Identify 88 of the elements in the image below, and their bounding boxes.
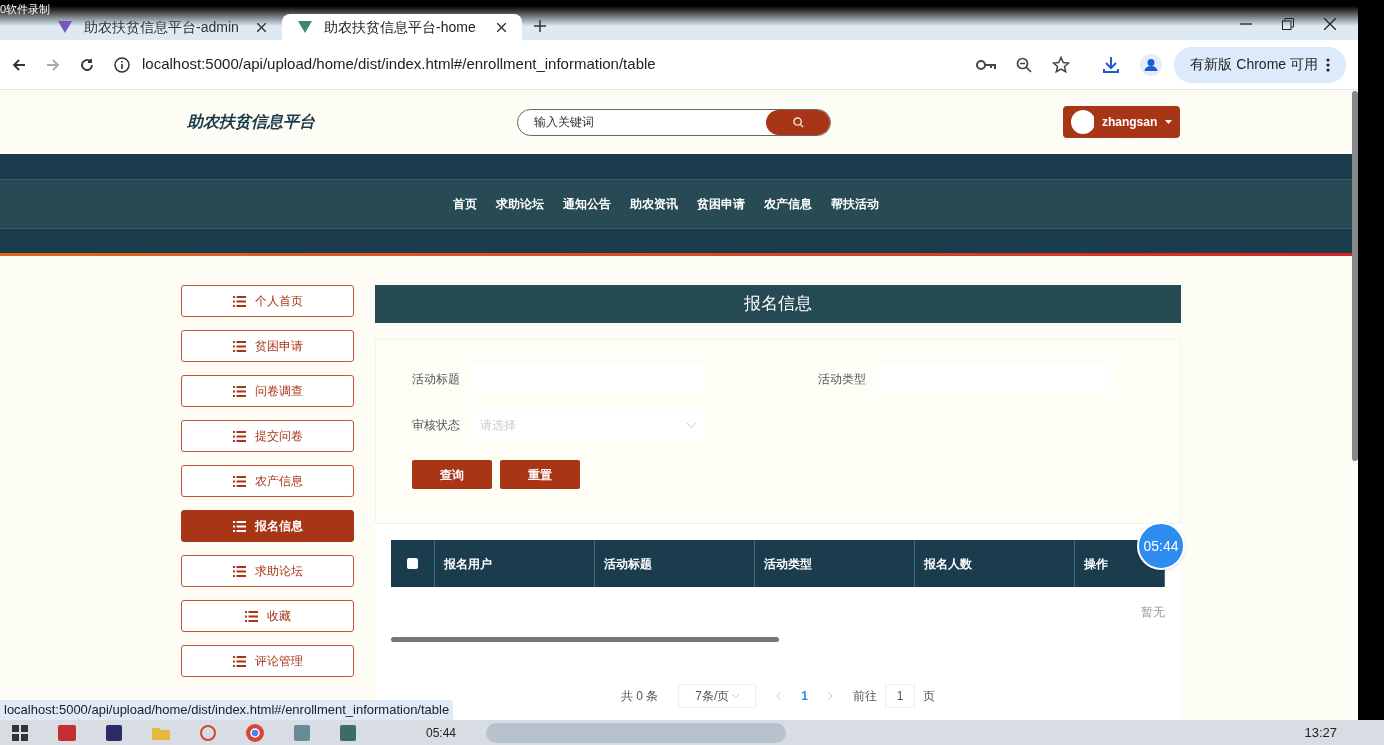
new-tab-icon[interactable] (534, 20, 546, 32)
page-size-select[interactable]: 7条/页 (678, 684, 757, 708)
app-icon[interactable] (58, 724, 76, 741)
tab-logo-icon (58, 21, 72, 33)
reload-icon[interactable] (80, 57, 94, 72)
column-header: 操作 (1084, 555, 1108, 573)
search-field[interactable]: 输入关键词 (518, 109, 766, 135)
nav-link[interactable]: 通知公告 (561, 194, 613, 213)
back-icon[interactable] (12, 57, 26, 72)
sidebar-item[interactable]: 贫困申请 (181, 330, 354, 362)
field-label: 活动类型 (818, 371, 867, 388)
action-button[interactable]: 查询 (412, 460, 492, 489)
sidebar-item[interactable]: 问卷调查 (181, 375, 354, 407)
search-bar[interactable]: 输入关键词 (517, 108, 831, 136)
profile-icon[interactable] (1140, 53, 1163, 76)
close-tab-icon[interactable] (497, 22, 506, 32)
recorder-label: 0软件录制 (0, 2, 51, 17)
star-icon[interactable] (1052, 55, 1071, 74)
clock: 13:27 (1304, 723, 1337, 742)
list-icon (232, 565, 246, 577)
user-menu-button[interactable]: zhangsan (1063, 106, 1180, 139)
nav-link[interactable]: 贫困申请 (695, 194, 747, 213)
status-url: localhost:5000/api/upload/home/dist/index.html#/enrollment_information/table (0, 700, 454, 720)
column-header: 报名用户 (444, 555, 492, 573)
field-label: 活动标题 (412, 371, 461, 388)
sidebar-item[interactable]: 求助论坛 (181, 555, 354, 587)
select-all-checkbox[interactable] (407, 558, 418, 569)
nav-link[interactable]: 求助论坛 (494, 194, 546, 213)
start-icon[interactable] (12, 724, 28, 741)
browser-tab[interactable]: 助农扶贫信息平台-admin (42, 14, 282, 40)
username: zhangsan (1101, 114, 1158, 132)
media-time: 05:44 (426, 724, 457, 742)
field-label: 审核状态 (412, 417, 461, 434)
sidebar-item[interactable]: 评论管理 (181, 645, 354, 677)
list-icon (232, 475, 246, 487)
column-header: 活动标题 (604, 555, 652, 573)
tab-title: 助农扶贫信息平台-home (324, 17, 477, 37)
key-icon[interactable] (976, 58, 997, 71)
list-icon (232, 295, 246, 307)
column-header: 报名人数 (924, 555, 972, 573)
total-count: 共 0 条 (621, 688, 659, 705)
action-button[interactable]: 重置 (500, 460, 580, 489)
browser-icon[interactable] (246, 723, 264, 742)
close-icon[interactable] (1324, 18, 1336, 30)
chevron-icon (687, 422, 696, 428)
app-icon[interactable] (340, 724, 356, 741)
horizontal-scrollbar[interactable] (391, 637, 779, 642)
sidebar-item[interactable]: 农产信息 (181, 465, 354, 497)
site-logo[interactable]: 助农扶贫信息平台 (187, 110, 387, 135)
nav-link[interactable]: 帮扶活动 (829, 194, 881, 213)
restore-icon[interactable] (1282, 18, 1294, 30)
list-icon (232, 385, 246, 397)
search-icon (792, 116, 804, 128)
chevron-icon (732, 694, 740, 698)
page-number[interactable]: 1 (801, 687, 808, 705)
address-bar[interactable]: localhost:5000/api/upload/home/dist/index.html#/enrollment_information/table (142, 53, 957, 76)
browser-tab[interactable]: 助农扶贫信息平台-home (282, 14, 522, 40)
update-chrome-button[interactable]: 有新版 Chrome 可用 (1174, 46, 1346, 83)
nav-link[interactable]: 农产信息 (762, 194, 814, 213)
more-icon[interactable] (1326, 57, 1330, 72)
close-tab-icon[interactable] (257, 22, 266, 32)
search-button[interactable] (766, 109, 830, 135)
info-icon[interactable] (114, 56, 130, 73)
list-icon (232, 340, 246, 352)
avatar-icon (1071, 110, 1094, 135)
nav-link[interactable]: 助农资讯 (628, 194, 680, 213)
caret-icon (1165, 120, 1172, 125)
list-icon (232, 520, 246, 532)
download-icon[interactable] (1102, 55, 1121, 74)
app-icon[interactable] (106, 724, 122, 741)
list-icon (232, 655, 246, 667)
page-title: 报名信息 (375, 285, 1181, 323)
nav-link[interactable]: 首页 (451, 194, 479, 213)
sidebar-item[interactable]: 个人首页 (181, 285, 354, 317)
list-icon (232, 430, 246, 442)
page-input[interactable]: 1 (885, 684, 915, 708)
zoom-icon[interactable] (1016, 56, 1033, 73)
goto-label: 前往 (853, 688, 877, 705)
page-suffix: 页 (923, 688, 935, 705)
tab-logo-icon (298, 21, 312, 33)
sidebar-item[interactable]: 提交问卷 (181, 420, 354, 452)
vertical-scrollbar[interactable] (1352, 91, 1358, 461)
sidebar-item[interactable]: 报名信息 (181, 510, 354, 542)
sidebar-item[interactable]: 收藏 (181, 600, 354, 632)
empty-text: 暂无 (1141, 604, 1165, 621)
list-icon (244, 610, 258, 622)
tab-title: 助农扶贫信息平台-admin (84, 17, 240, 37)
column-header: 活动类型 (764, 555, 812, 573)
